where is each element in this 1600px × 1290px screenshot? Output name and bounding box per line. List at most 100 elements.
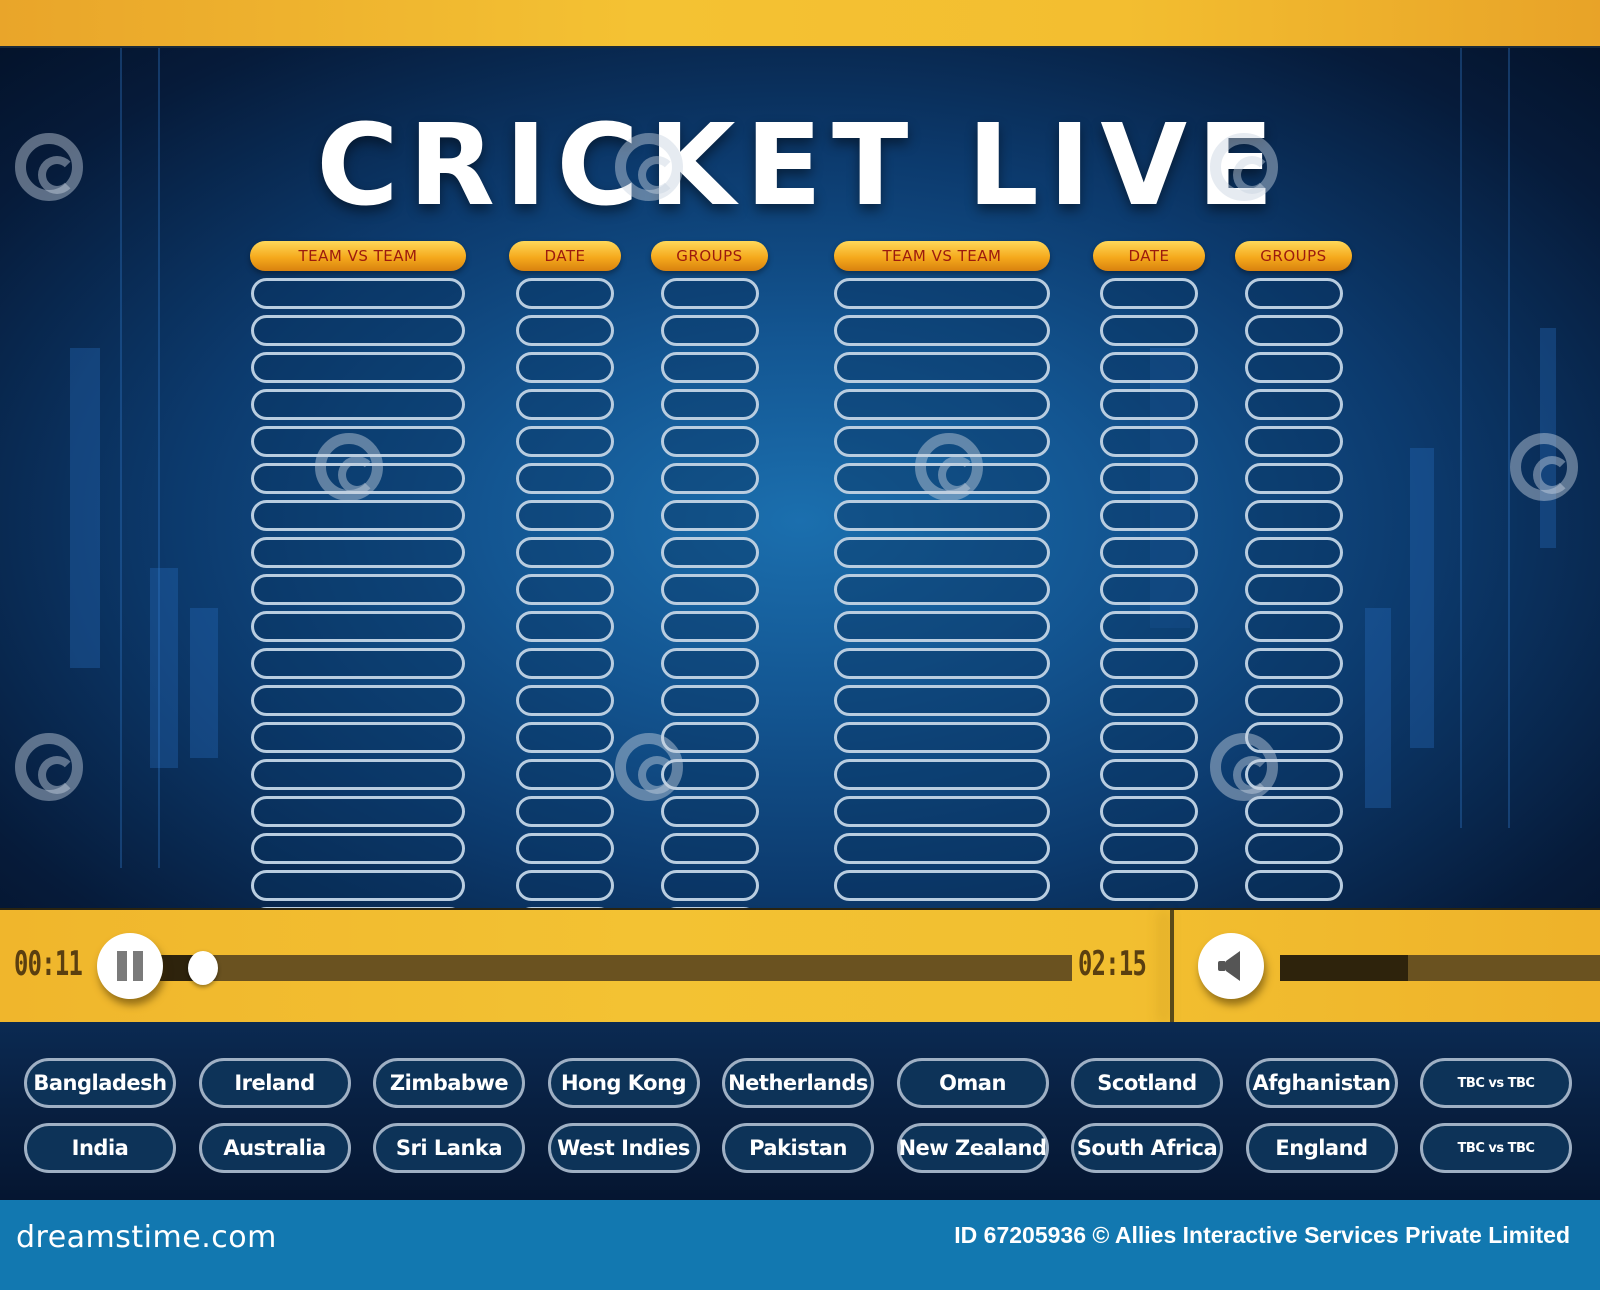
schedule-cell[interactable] (834, 426, 1050, 457)
team-button[interactable]: England (1245, 1123, 1398, 1173)
schedule-cell[interactable] (1244, 537, 1343, 568)
pause-button[interactable] (97, 933, 163, 999)
schedule-cell[interactable] (834, 463, 1050, 494)
schedule-cell[interactable] (516, 500, 614, 531)
schedule-cell[interactable] (834, 648, 1050, 679)
schedule-cell[interactable] (834, 278, 1050, 309)
schedule-cell[interactable] (251, 426, 465, 457)
schedule-cell[interactable] (1244, 685, 1343, 716)
schedule-cell[interactable] (1100, 500, 1198, 531)
schedule-cell[interactable] (1100, 833, 1198, 864)
schedule-cell[interactable] (1244, 648, 1343, 679)
volume-slider[interactable] (1280, 955, 1600, 981)
schedule-cell[interactable] (660, 870, 759, 901)
schedule-cell[interactable] (1244, 611, 1343, 642)
schedule-cell[interactable] (1244, 574, 1343, 605)
schedule-cell[interactable] (516, 315, 614, 346)
schedule-cell[interactable] (1100, 870, 1198, 901)
schedule-cell[interactable] (1100, 352, 1198, 383)
schedule-cell[interactable] (516, 611, 614, 642)
schedule-cell[interactable] (1244, 278, 1343, 309)
schedule-cell[interactable] (660, 352, 759, 383)
schedule-cell[interactable] (834, 759, 1050, 790)
volume-button[interactable] (1198, 933, 1264, 999)
schedule-cell[interactable] (251, 833, 465, 864)
schedule-cell[interactable] (251, 500, 465, 531)
schedule-cell[interactable] (1100, 685, 1198, 716)
brand-logo[interactable]: dreamstime.com (16, 1220, 277, 1255)
schedule-cell[interactable] (660, 278, 759, 309)
schedule-cell[interactable] (1100, 648, 1198, 679)
schedule-cell[interactable] (1100, 463, 1198, 494)
schedule-cell[interactable] (834, 722, 1050, 753)
team-button[interactable]: South Africa (1071, 1123, 1223, 1173)
schedule-cell[interactable] (251, 611, 465, 642)
schedule-cell[interactable] (834, 352, 1050, 383)
schedule-cell[interactable] (660, 426, 759, 457)
team-button[interactable]: Scotland (1071, 1058, 1223, 1108)
schedule-cell[interactable] (1100, 611, 1198, 642)
schedule-cell[interactable] (1244, 796, 1343, 827)
schedule-cell[interactable] (1244, 315, 1343, 346)
schedule-cell[interactable] (251, 278, 465, 309)
schedule-cell[interactable] (1100, 722, 1198, 753)
team-button[interactable]: Netherlands (722, 1058, 874, 1108)
team-button[interactable]: Zimbabwe (373, 1058, 525, 1108)
schedule-cell[interactable] (516, 759, 614, 790)
team-button[interactable]: Oman (896, 1058, 1049, 1108)
progress-handle[interactable] (188, 951, 219, 985)
schedule-cell[interactable] (251, 463, 465, 494)
schedule-cell[interactable] (516, 389, 614, 420)
schedule-cell[interactable] (1100, 759, 1198, 790)
schedule-cell[interactable] (834, 500, 1050, 531)
schedule-cell[interactable] (251, 574, 465, 605)
schedule-cell[interactable] (516, 796, 614, 827)
schedule-cell[interactable] (834, 685, 1050, 716)
schedule-cell[interactable] (516, 463, 614, 494)
schedule-cell[interactable] (660, 389, 759, 420)
team-button[interactable]: New Zealand (896, 1123, 1049, 1173)
team-button[interactable]: Hong Kong (547, 1058, 700, 1108)
schedule-cell[interactable] (1244, 759, 1343, 790)
schedule-cell[interactable] (251, 315, 465, 346)
team-button[interactable]: Ireland (198, 1058, 351, 1108)
schedule-cell[interactable] (1244, 389, 1343, 420)
schedule-cell[interactable] (251, 648, 465, 679)
schedule-cell[interactable] (1100, 796, 1198, 827)
schedule-cell[interactable] (660, 611, 759, 642)
schedule-cell[interactable] (834, 796, 1050, 827)
schedule-cell[interactable] (251, 759, 465, 790)
team-button[interactable]: Australia (198, 1123, 351, 1173)
team-button[interactable]: TBC vs TBC (1420, 1058, 1572, 1108)
schedule-cell[interactable] (660, 315, 759, 346)
schedule-cell[interactable] (834, 537, 1050, 568)
schedule-cell[interactable] (251, 722, 465, 753)
schedule-cell[interactable] (516, 870, 614, 901)
schedule-cell[interactable] (660, 685, 759, 716)
schedule-cell[interactable] (1100, 315, 1198, 346)
schedule-cell[interactable] (660, 833, 759, 864)
schedule-cell[interactable] (251, 870, 465, 901)
schedule-cell[interactable] (516, 352, 614, 383)
team-button[interactable]: Sri Lanka (373, 1123, 525, 1173)
schedule-cell[interactable] (251, 796, 465, 827)
schedule-cell[interactable] (251, 537, 465, 568)
schedule-cell[interactable] (834, 870, 1050, 901)
team-button[interactable]: Pakistan (722, 1123, 874, 1173)
team-button[interactable]: West Indies (547, 1123, 700, 1173)
schedule-cell[interactable] (1100, 426, 1198, 457)
schedule-cell[interactable] (516, 426, 614, 457)
schedule-cell[interactable] (834, 315, 1050, 346)
team-button[interactable]: TBC vs TBC (1420, 1123, 1572, 1173)
schedule-cell[interactable] (660, 648, 759, 679)
schedule-cell[interactable] (1244, 833, 1343, 864)
schedule-cell[interactable] (660, 796, 759, 827)
schedule-cell[interactable] (1244, 352, 1343, 383)
schedule-cell[interactable] (1100, 537, 1198, 568)
team-button[interactable]: Bangladesh (24, 1058, 176, 1108)
schedule-cell[interactable] (516, 278, 614, 309)
schedule-cell[interactable] (834, 833, 1050, 864)
schedule-cell[interactable] (660, 759, 759, 790)
progress-slider[interactable] (160, 951, 1072, 985)
team-button[interactable]: Afghanistan (1245, 1058, 1398, 1108)
